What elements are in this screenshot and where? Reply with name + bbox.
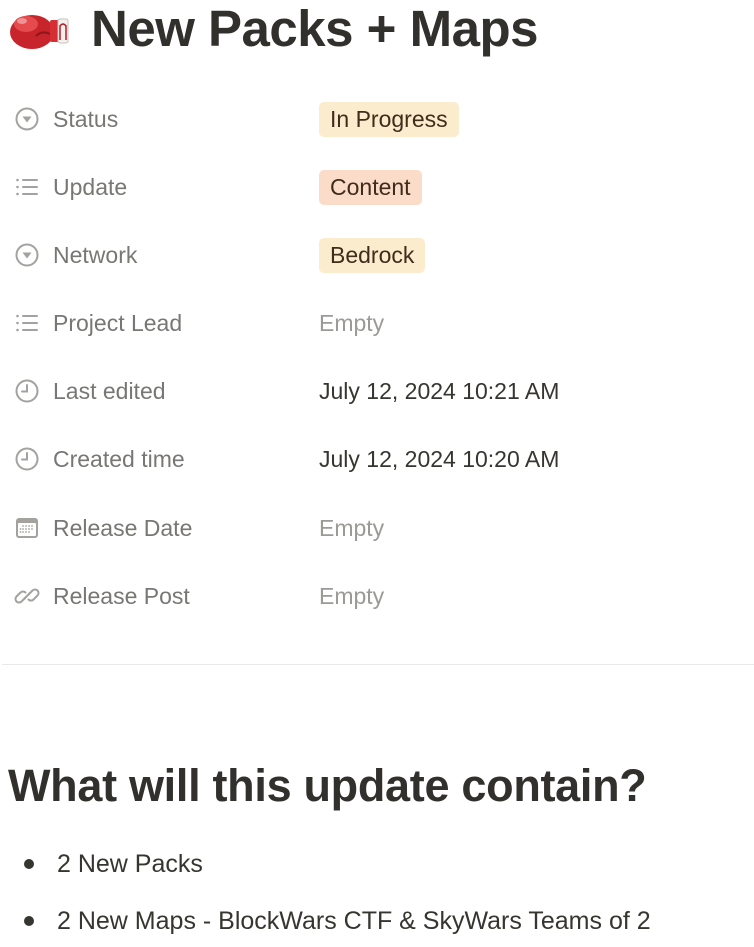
property-created-time[interactable]: Created time July 12, 2024 10:20 AM [0, 425, 754, 493]
divider [2, 664, 754, 665]
bullet-icon [24, 916, 34, 926]
property-update[interactable]: Update Content [0, 153, 754, 221]
section-heading[interactable]: What will this update contain? [8, 760, 647, 812]
created-time-value: July 12, 2024 10:20 AM [319, 445, 560, 472]
property-label: Update [53, 173, 128, 200]
page-header: New Packs + Maps [8, 0, 539, 58]
link-icon [13, 582, 41, 610]
network-tag[interactable]: Bedrock [319, 237, 426, 273]
property-value[interactable]: Content [319, 169, 422, 205]
release-date-value[interactable]: Empty [319, 515, 384, 542]
property-label: Release Date [53, 514, 193, 541]
bullet-icon [24, 859, 34, 869]
property-value[interactable]: In Progress [319, 101, 459, 137]
property-network[interactable]: Network Bedrock [0, 221, 754, 289]
page-title[interactable]: New Packs + Maps [91, 0, 539, 58]
list-item[interactable]: 2 New Maps - BlockWars CTF & SkyWars Tea… [0, 895, 754, 947]
project-lead-value[interactable]: Empty [319, 310, 384, 337]
update-tag[interactable]: Content [319, 169, 422, 205]
status-tag[interactable]: In Progress [319, 101, 459, 137]
list-item-text[interactable]: 2 New Maps - BlockWars CTF & SkyWars Tea… [57, 907, 651, 936]
boxing-glove-icon[interactable] [8, 6, 74, 52]
property-value[interactable]: Bedrock [319, 237, 426, 273]
list-item-text[interactable]: 2 New Packs [57, 850, 203, 879]
select-icon [13, 241, 41, 269]
status-select-icon [13, 105, 41, 133]
property-project-lead[interactable]: Project Lead Empty [0, 289, 754, 357]
property-last-edited[interactable]: Last edited July 12, 2024 10:21 AM [0, 357, 754, 425]
multi-select-list-icon [13, 309, 41, 337]
property-label: Status [53, 105, 119, 132]
multi-select-list-icon [13, 173, 41, 201]
property-status[interactable]: Status In Progress [0, 85, 754, 153]
property-release-post[interactable]: Release Post Empty [0, 562, 754, 630]
property-label: Project Lead [53, 309, 183, 336]
last-edited-value: July 12, 2024 10:21 AM [319, 377, 560, 404]
list-item[interactable]: 2 New Packs [0, 838, 754, 890]
clock-icon [13, 377, 41, 405]
property-label: Created time [53, 445, 185, 472]
property-release-date[interactable]: Release Date Empty [0, 494, 754, 562]
property-label: Last edited [53, 377, 166, 404]
clock-icon [13, 445, 41, 473]
calendar-icon [13, 514, 41, 542]
property-label: Release Post [53, 582, 190, 609]
release-post-value[interactable]: Empty [319, 583, 384, 610]
property-label: Network [53, 241, 138, 268]
